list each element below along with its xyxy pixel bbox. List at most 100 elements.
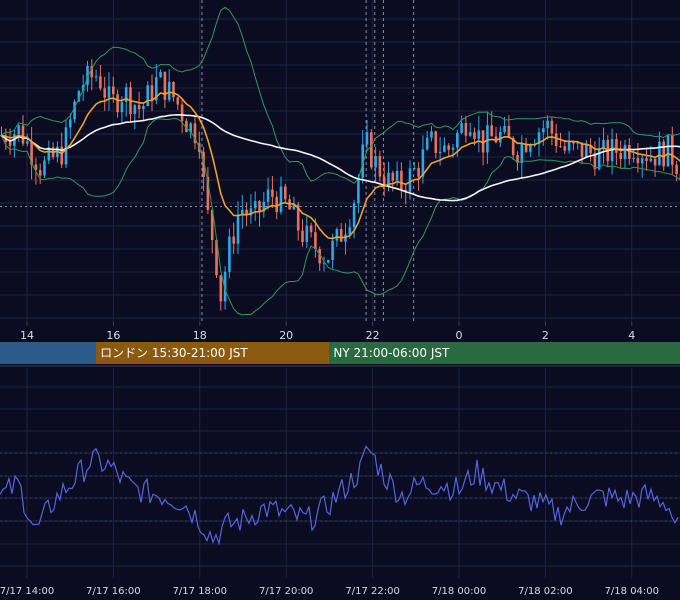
candle-body bbox=[163, 71, 167, 100]
lower-x-tick-label: 7/18 04:00 bbox=[605, 586, 659, 597]
candle-body bbox=[675, 164, 678, 175]
candle-body bbox=[473, 132, 476, 139]
candle-body bbox=[327, 259, 330, 263]
candle-body bbox=[645, 158, 648, 162]
candle-body bbox=[305, 225, 309, 242]
candle-body bbox=[266, 189, 270, 202]
long-moving-average-line bbox=[1, 113, 680, 202]
candle-body bbox=[64, 127, 68, 165]
candle-body bbox=[554, 133, 558, 147]
session-bar-tokyo bbox=[0, 342, 97, 364]
candle-body bbox=[284, 186, 287, 200]
lower-x-tick-label: 7/17 16:00 bbox=[86, 586, 140, 597]
candle-body bbox=[619, 152, 622, 160]
candle-body bbox=[352, 203, 356, 228]
lower-panel-grid bbox=[0, 368, 680, 578]
event-marker-lines bbox=[201, 0, 415, 322]
oscillator-line bbox=[0, 445, 679, 546]
candle-body bbox=[232, 236, 235, 244]
candle-body bbox=[447, 145, 450, 150]
candle-body bbox=[559, 146, 562, 148]
candle-body bbox=[632, 158, 635, 160]
candle-body bbox=[133, 105, 137, 115]
lower-x-tick-label: 7/17 20:00 bbox=[259, 586, 313, 597]
candle-body bbox=[43, 160, 46, 176]
candle-body bbox=[94, 76, 98, 78]
candle-body bbox=[357, 177, 360, 204]
candle-body bbox=[563, 146, 567, 151]
candle-body bbox=[662, 141, 665, 167]
candle-body bbox=[567, 141, 571, 151]
session-bar-ny: NY 21:00-06:00 JST bbox=[329, 342, 680, 364]
candle-body bbox=[456, 132, 459, 148]
candlestick-series bbox=[0, 59, 680, 311]
candle-body bbox=[8, 141, 12, 146]
lower-x-tick-label: 7/17 14:00 bbox=[0, 586, 54, 597]
candle-body bbox=[374, 156, 377, 168]
candle-body bbox=[615, 139, 618, 153]
candle-body bbox=[499, 131, 502, 143]
candle-body bbox=[228, 236, 231, 272]
candle-body bbox=[490, 125, 493, 137]
candle-body bbox=[658, 141, 661, 166]
candle-body bbox=[103, 88, 106, 98]
candle-body bbox=[348, 227, 352, 235]
candle-body bbox=[176, 97, 180, 105]
candle-body bbox=[167, 81, 171, 100]
candle-body bbox=[434, 131, 438, 154]
candle-body bbox=[468, 132, 472, 136]
candle-body bbox=[17, 125, 20, 135]
bollinger-lower-band bbox=[1, 117, 680, 316]
candle-body bbox=[585, 144, 588, 158]
candle-body bbox=[378, 156, 382, 177]
candle-body bbox=[112, 86, 115, 95]
upper-panel-grid bbox=[0, 0, 680, 367]
candle-body bbox=[120, 102, 124, 113]
candle-body bbox=[391, 172, 395, 181]
lower-x-tick-label: 7/18 02:00 bbox=[518, 586, 572, 597]
candle-body bbox=[69, 119, 72, 128]
oscillator-panel bbox=[0, 445, 679, 546]
lower-x-tick-label: 7/17 18:00 bbox=[173, 586, 227, 597]
candle-body bbox=[26, 141, 29, 144]
candle-body bbox=[236, 215, 240, 244]
candle-body bbox=[172, 81, 175, 98]
candle-body bbox=[314, 232, 317, 250]
candle-body bbox=[279, 186, 283, 213]
lower-x-tick-label: 7/17 22:00 bbox=[345, 586, 399, 597]
candle-body bbox=[460, 123, 463, 133]
candle-body bbox=[464, 123, 468, 136]
candle-body bbox=[666, 135, 670, 167]
upper-x-tick-label: 22 bbox=[366, 329, 380, 342]
candle-body bbox=[546, 120, 549, 129]
candle-body bbox=[258, 201, 261, 212]
candle-body bbox=[253, 201, 257, 209]
candle-body bbox=[477, 130, 481, 139]
upper-x-tick-label: 0 bbox=[456, 329, 463, 342]
candle-body bbox=[503, 125, 506, 132]
candle-body bbox=[550, 120, 554, 134]
candle-body bbox=[142, 105, 145, 110]
candle-body bbox=[275, 196, 278, 213]
candle-body bbox=[180, 104, 184, 121]
candle-body bbox=[335, 229, 339, 241]
candle-body bbox=[73, 101, 76, 120]
candle-body bbox=[443, 145, 446, 152]
candle-body bbox=[150, 85, 154, 101]
candle-body bbox=[413, 167, 416, 169]
upper-x-tick-label: 20 bbox=[279, 329, 293, 342]
lower-x-axis: 7/17 14:00 7/17 16:00 7/17 18:00 7/17 20:00… bbox=[0, 586, 659, 597]
candle-body bbox=[671, 135, 674, 165]
candle-body bbox=[408, 168, 412, 192]
upper-x-tick-label: 16 bbox=[106, 329, 120, 342]
candle-body bbox=[146, 85, 149, 106]
candle-body bbox=[417, 167, 420, 177]
upper-x-tick-label: 14 bbox=[20, 329, 34, 342]
candle-body bbox=[395, 170, 399, 181]
candle-body bbox=[38, 170, 42, 176]
candle-body bbox=[107, 86, 111, 98]
candle-body bbox=[99, 76, 102, 89]
candle-body bbox=[21, 125, 25, 144]
candle-body bbox=[438, 151, 442, 154]
candle-body bbox=[339, 229, 343, 242]
